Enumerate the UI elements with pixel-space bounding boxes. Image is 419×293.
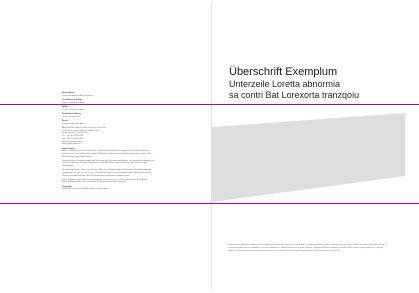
impressum-group: Produktionsleitung Lorem Ipsum Dolor bbox=[62, 113, 157, 118]
headline-title: Überschrift Exemplum bbox=[229, 66, 338, 78]
impressum-value: Lorem Ipsum Dolor Amet bbox=[62, 122, 85, 125]
impressum-address: Abscheuliche Dolore Lorem Nonumy Lorem V… bbox=[62, 127, 157, 146]
body-paragraph: Solfernielem Mignier vel blaut ad quia a… bbox=[228, 244, 387, 252]
impressum-paragraph: Unabhängig davon, wann, auf welchem Weg … bbox=[62, 169, 152, 177]
impressum-value: Lorem Ipsumdolor Amet Sitamet 4 bbox=[62, 94, 94, 97]
impressum-value: Lorem Consectetur Amet bbox=[62, 101, 85, 104]
impressum-value: Lorem Consectetur Amet bbox=[62, 108, 85, 111]
document-spread: Überschrift Exemplum Unterzeile Loretta … bbox=[0, 0, 419, 293]
impressum-paragraph: Diese Publikation wird kostenlos abgegeb… bbox=[62, 178, 148, 184]
impressum-group: Bilder Lorem Consectetur Amet bbox=[62, 106, 157, 111]
impressum-paragraph: Diese Publikation wird im Rahmen der Öff… bbox=[62, 150, 151, 158]
impressum-value: Lorem Ipsum Dolor bbox=[62, 115, 80, 118]
address-line: www.ipsum-dolor.de bbox=[62, 143, 81, 146]
bottom-guide-line bbox=[0, 203, 419, 204]
impressum-column: Herausgeber Lorem Ipsumdolor Amet Sitame… bbox=[62, 92, 157, 192]
headline-subtitle-2: sa contri Bat Lorexorta tranzqoiu bbox=[229, 90, 360, 100]
impressum-group: Gestaltung und Satz Lorem Consectetur Am… bbox=[62, 99, 157, 104]
impressum-group: Druck Lorem Ipsum Dolor Amet bbox=[62, 120, 157, 125]
impressum-paragraph: Missbräuchlich ist insbesondere die Vert… bbox=[62, 159, 155, 168]
headline-block: Überschrift Exemplum Unterzeile Loretta … bbox=[229, 66, 359, 101]
headline-subtitle-1: Unterzeile Loretta abnormia bbox=[229, 79, 341, 89]
gray-diagonal-band bbox=[212, 113, 405, 202]
impressum-group: Herausgeber Lorem Ipsumdolor Amet Sitame… bbox=[62, 92, 157, 97]
impressum-paragraph: Lorem Ipsum Dolor 2014. Alle Rechte vorb… bbox=[62, 188, 109, 191]
